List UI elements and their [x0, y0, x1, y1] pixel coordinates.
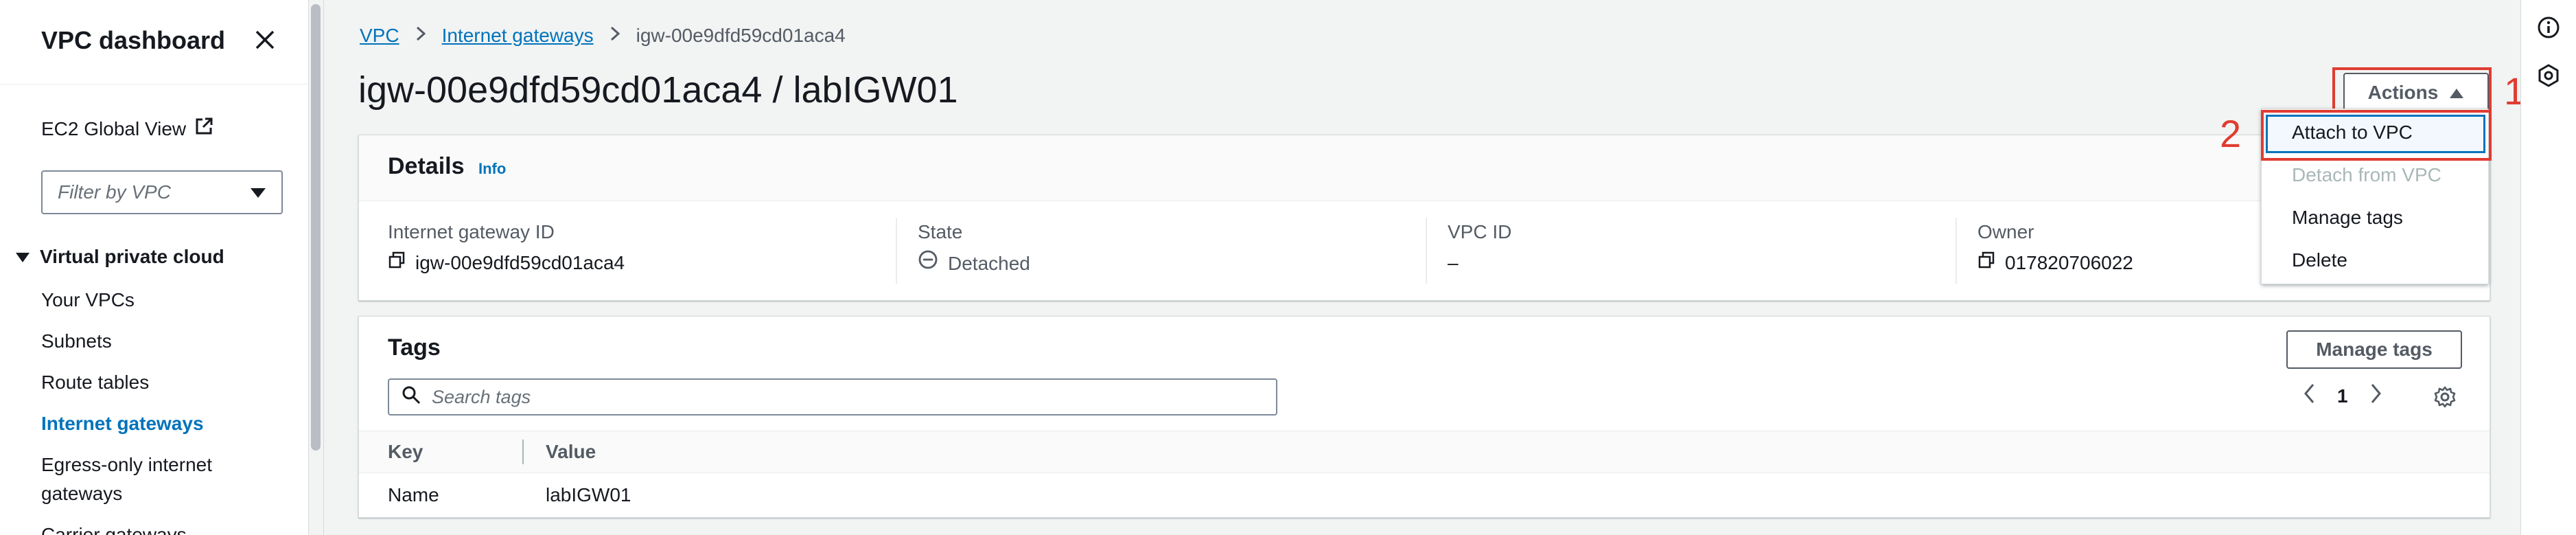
search-tags-input[interactable]: Search tags	[388, 378, 1277, 416]
copy-icon[interactable]	[388, 249, 406, 277]
detail-label: Internet gateway ID	[388, 221, 555, 242]
filter-placeholder: Filter by VPC	[58, 181, 171, 203]
annotation-step-2: 2	[2220, 112, 2242, 155]
detail-state: State Detached	[918, 220, 1030, 277]
tag-value-cell: labIGW01	[546, 484, 631, 505]
page-number[interactable]: 1	[2337, 385, 2348, 407]
detail-label: State	[918, 221, 963, 242]
annotation-box-step-2	[2261, 110, 2492, 161]
sidebar-item-carrier-gateways[interactable]: Carrier gateways	[41, 521, 187, 535]
page-title: igw-00e9dfd59cd01aca4 / labIGW01	[358, 69, 958, 111]
column-divider	[1426, 218, 1427, 284]
settings-hexagon-icon[interactable]	[2536, 63, 2561, 88]
breadcrumb-current: igw-00e9dfd59cd01aca4	[636, 25, 846, 46]
detail-owner: Owner 017820706022	[1977, 220, 2133, 277]
right-utility-rail	[2520, 0, 2576, 535]
sidebar-item-route-tables[interactable]: Route tables	[41, 369, 149, 396]
detail-label: VPC ID	[1448, 221, 1512, 242]
sidebar: VPC dashboard EC2 Global View Filter by …	[0, 0, 309, 535]
details-panel: Details Info Internet gateway ID igw-00e…	[358, 135, 2490, 301]
sidebar-item-egress-only-internet-gateways[interactable]: Egress-only internet	[41, 451, 212, 479]
detail-value: Detached	[918, 249, 1030, 277]
tags-table-header: Key Value	[359, 431, 2490, 473]
ec2-global-view-label: EC2 Global View	[41, 117, 187, 139]
gear-icon[interactable]	[2433, 385, 2457, 412]
filter-by-vpc-select[interactable]: Filter by VPC	[41, 170, 283, 214]
detail-value: igw-00e9dfd59cd01aca4	[388, 249, 625, 277]
breadcrumb-internet-gateways[interactable]: Internet gateways	[442, 25, 594, 47]
sidebar-item-subnets[interactable]: Subnets	[41, 328, 112, 355]
column-header-key[interactable]: Key	[388, 441, 423, 463]
vpc-id-value: –	[1448, 252, 1459, 273]
details-title: Details	[388, 153, 465, 179]
info-link[interactable]: Info	[478, 160, 506, 178]
chevron-left-icon[interactable]	[2303, 383, 2317, 409]
detail-label: Owner	[1977, 221, 2034, 242]
search-tags-placeholder: Search tags	[432, 386, 531, 407]
ec2-global-view-link[interactable]: EC2 Global View	[41, 117, 213, 141]
sidebar-title: VPC dashboard	[41, 26, 226, 54]
tags-title: Tags	[388, 334, 441, 361]
detail-vpc-id: VPC ID –	[1448, 220, 1511, 277]
caret-down-icon	[15, 246, 30, 268]
sidebar-item-your-vpcs[interactable]: Your VPCs	[41, 286, 135, 314]
column-header-value[interactable]: Value	[546, 441, 596, 463]
detached-status-icon	[918, 249, 938, 277]
copy-icon[interactable]	[1977, 249, 1995, 277]
column-resizer[interactable]	[522, 440, 524, 464]
caret-down-icon	[250, 181, 266, 203]
state-value: Detached	[948, 252, 1030, 274]
nav-section-virtual-private-cloud[interactable]: Virtual private cloud	[15, 246, 224, 268]
sidebar-item-egress-only-internet-gateways-line2[interactable]: gateways	[41, 480, 122, 508]
tag-key-cell: Name	[388, 484, 439, 505]
menu-item-manage-tags[interactable]: Manage tags	[2292, 207, 2403, 229]
detail-internet-gateway-id: Internet gateway ID igw-00e9dfd59cd01aca…	[388, 220, 625, 277]
breadcrumb: VPC Internet gateways igw-00e9dfd59cd01a…	[360, 25, 846, 47]
column-divider	[896, 218, 897, 284]
external-link-icon	[194, 117, 213, 141]
sidebar-item-internet-gateways[interactable]: Internet gateways	[41, 410, 204, 437]
close-icon[interactable]	[253, 27, 277, 52]
menu-item-detach-from-vpc: Detach from VPC	[2292, 164, 2441, 185]
chevron-right-icon[interactable]	[2369, 383, 2382, 409]
chevron-right-icon	[609, 25, 621, 47]
sidebar-scrollbar-thumb[interactable]	[311, 4, 321, 451]
column-divider	[1956, 218, 1957, 284]
pagination: 1	[2303, 383, 2382, 409]
detail-value: 017820706022	[1977, 249, 2133, 277]
internet-gateway-id-value: igw-00e9dfd59cd01aca4	[415, 252, 625, 273]
info-icon[interactable]	[2536, 15, 2561, 40]
chevron-right-icon	[415, 25, 427, 47]
details-header: Details Info	[359, 135, 2490, 201]
search-icon	[402, 385, 421, 409]
menu-item-delete[interactable]: Delete	[2292, 249, 2347, 271]
breadcrumb-vpc[interactable]: VPC	[360, 25, 399, 47]
tags-panel: Tags Manage tags Search tags 1 Key Value…	[358, 316, 2490, 518]
owner-value: 017820706022	[2005, 252, 2133, 273]
nav-section-label: Virtual private cloud	[40, 246, 224, 267]
manage-tags-button[interactable]: Manage tags	[2286, 330, 2462, 369]
